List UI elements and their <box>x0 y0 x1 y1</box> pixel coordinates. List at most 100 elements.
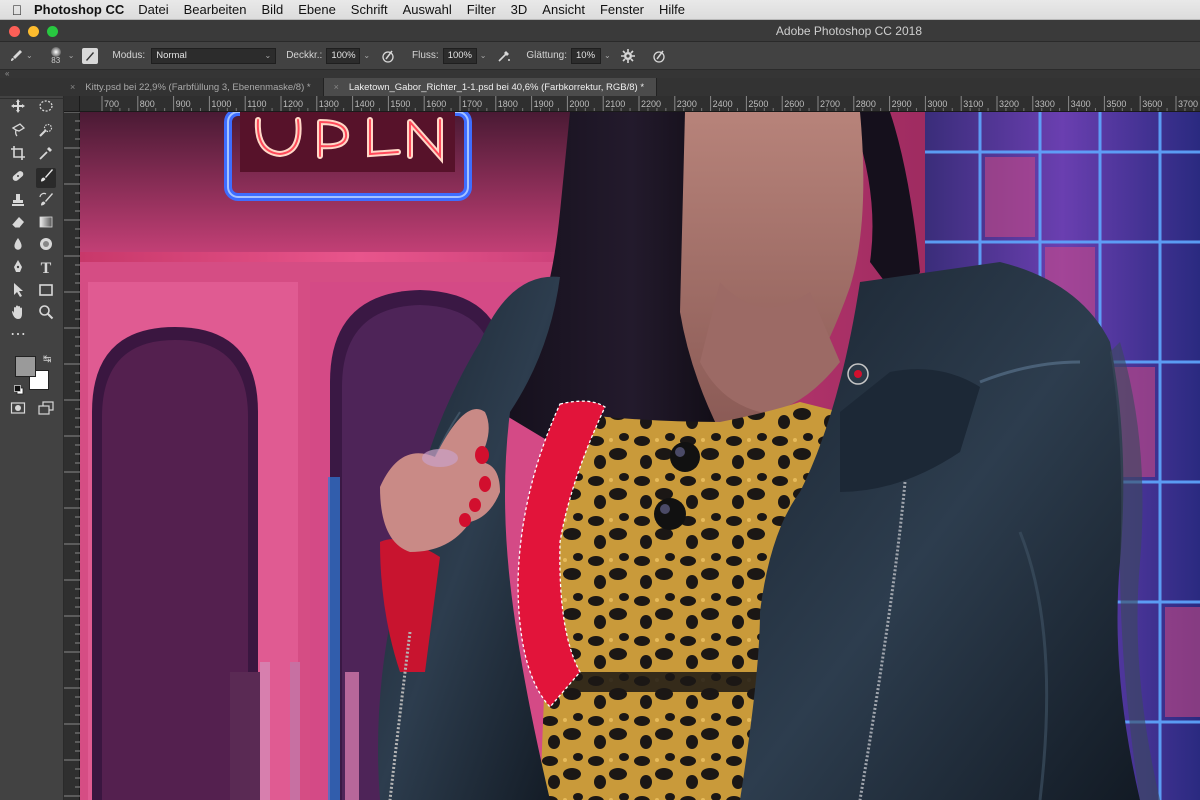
tab-label: Kitty.psd bei 22,9% (Farbfüllung 3, Eben… <box>85 82 311 93</box>
ruler-tick-label: 1000 <box>211 99 231 109</box>
eyedropper-tool-icon[interactable] <box>36 145 56 165</box>
panel-collapse-handle[interactable]: « <box>0 70 1200 78</box>
screen-mode-icon[interactable] <box>36 400 56 420</box>
gradient-tool-icon[interactable] <box>36 214 56 234</box>
ruler-tick-label: 3300 <box>1035 99 1055 109</box>
opacity-field[interactable]: 100% <box>326 47 361 64</box>
chevron-down-icon[interactable]: ⌄ <box>68 51 75 60</box>
smoothing-field[interactable]: 10% <box>571 47 601 64</box>
tab-laketown[interactable]: × Laketown_Gabor_Richter_1-1.psd bei 40,6… <box>323 78 658 96</box>
brush-size-value: 83 <box>51 55 61 65</box>
ruler-tick-label: 3600 <box>1142 99 1162 109</box>
ruler-tick-label: 800 <box>140 99 155 109</box>
edit-toolbar-icon[interactable]: ⋯ <box>8 327 28 348</box>
blur-tool-icon[interactable] <box>8 236 28 256</box>
hand-tool-icon[interactable] <box>8 304 28 324</box>
mode-select[interactable]: Normal ⌄ <box>151 47 277 64</box>
minimize-window-button[interactable] <box>28 26 39 37</box>
quick-selection-tool-icon[interactable] <box>36 122 56 142</box>
tools-panel: T ⋯ ↹ <box>0 96 64 800</box>
menu-3d[interactable]: 3D <box>511 2 528 17</box>
opacity-value: 100% <box>331 50 356 61</box>
chevron-down-icon[interactable]: ⌄ <box>604 51 611 60</box>
menu-app-name[interactable]: Photoshop CC <box>34 2 124 17</box>
tab-kitty[interactable]: × Kitty.psd bei 22,9% (Farbfüllung 3, Ebe… <box>0 78 324 96</box>
ruler-tick-label: 2600 <box>784 99 804 109</box>
flow-value: 100% <box>447 50 473 61</box>
document-tab-bar: × Kitty.psd bei 22,9% (Farbfüllung 3, Ebe… <box>0 78 1200 96</box>
menu-datei[interactable]: Datei <box>138 2 168 17</box>
type-tool-icon[interactable]: T <box>36 259 56 279</box>
ruler-tick-label: 2300 <box>677 99 697 109</box>
menu-ebene[interactable]: Ebene <box>298 2 336 17</box>
chevron-down-icon: ⌄ <box>264 51 272 60</box>
brush-tool-icon[interactable] <box>36 168 56 188</box>
window-title-bar: Adobe Photoshop CC 2018 <box>0 20 1200 42</box>
flow-label: Fluss: <box>412 50 439 61</box>
pressure-size-icon[interactable] <box>651 48 667 64</box>
menu-fenster[interactable]: Fenster <box>600 2 644 17</box>
rectangle-tool-icon[interactable] <box>36 282 56 302</box>
menu-hilfe[interactable]: Hilfe <box>659 2 685 17</box>
chevron-down-icon[interactable]: ⌄ <box>480 51 487 60</box>
move-tool-icon[interactable] <box>8 98 28 118</box>
foreground-color-swatch[interactable] <box>15 356 36 377</box>
horizontal-ruler[interactable]: 700 800 900 1000 1100 1200 1300 1400 1500 1600 170… <box>80 96 1200 112</box>
ruler-tick-label: 1500 <box>390 99 410 109</box>
ruler-tick-label: 2200 <box>641 99 661 109</box>
ruler-tick-label: 700 <box>104 99 119 109</box>
brush-settings-panel-icon[interactable] <box>82 47 99 64</box>
brush-tool-preset-icon[interactable] <box>8 48 24 64</box>
menu-bearbeiten[interactable]: Bearbeiten <box>184 2 247 17</box>
ruler-tick-label: 3200 <box>999 99 1019 109</box>
menu-bild[interactable]: Bild <box>262 2 284 17</box>
healing-brush-tool-icon[interactable] <box>8 168 28 188</box>
ruler-tick-label: 1700 <box>462 99 482 109</box>
ruler-tick-label: 3100 <box>963 99 983 109</box>
lasso-tool-icon[interactable] <box>8 122 28 142</box>
ruler-tick-label: 2900 <box>892 99 912 109</box>
flow-field[interactable]: 100% <box>442 47 477 64</box>
apple-icon[interactable]:  <box>0 2 34 18</box>
window-title: Adobe Photoshop CC 2018 <box>775 24 922 38</box>
dodge-tool-icon[interactable] <box>36 236 56 256</box>
path-selection-tool-icon[interactable] <box>8 282 28 302</box>
menu-auswahl[interactable]: Auswahl <box>403 2 452 17</box>
chevron-down-icon[interactable]: ⌄ <box>26 51 33 60</box>
zoom-tool-icon[interactable] <box>36 304 56 324</box>
airbrush-icon[interactable] <box>496 48 512 64</box>
clone-stamp-tool-icon[interactable] <box>8 192 28 212</box>
default-colors-icon[interactable] <box>14 382 24 395</box>
vertical-ruler[interactable] <box>64 112 80 800</box>
quick-mask-icon[interactable] <box>8 400 28 420</box>
chevron-down-icon[interactable]: ⌄ <box>363 51 370 60</box>
menu-bar:  Photoshop CC Datei Bearbeiten Bild Ebe… <box>0 0 1200 20</box>
swap-colors-icon[interactable]: ↹ <box>43 354 51 365</box>
crop-tool-icon[interactable] <box>8 145 28 165</box>
ruler-tick-label: 2000 <box>569 99 589 109</box>
marquee-tool-icon[interactable] <box>36 98 56 118</box>
ruler-tick-label: 2500 <box>748 99 768 109</box>
history-brush-tool-icon[interactable] <box>36 192 56 212</box>
ruler-tick-label: 1100 <box>247 99 266 109</box>
pressure-opacity-icon[interactable] <box>380 48 396 64</box>
photo-image <box>80 112 1200 800</box>
close-window-button[interactable] <box>9 26 20 37</box>
eraser-tool-icon[interactable] <box>8 214 28 234</box>
menu-ansicht[interactable]: Ansicht <box>542 2 585 17</box>
ruler-tick-label: 1400 <box>355 99 375 109</box>
menu-schrift[interactable]: Schrift <box>351 2 388 17</box>
close-tab-icon[interactable]: × <box>70 82 75 92</box>
close-tab-icon[interactable]: × <box>334 82 339 92</box>
smoothing-value: 10% <box>576 50 596 61</box>
pen-tool-icon[interactable] <box>8 259 28 279</box>
gear-icon[interactable] <box>620 48 635 63</box>
zoom-window-button[interactable] <box>47 26 58 37</box>
ruler-tick-label: 1800 <box>498 99 518 109</box>
options-bar: ⌄ 83 ⌄ Modus: Normal ⌄ Deckkr.: 100% ⌄ F… <box>0 42 1200 70</box>
brush-size-picker[interactable]: 83 <box>47 46 65 65</box>
menu-filter[interactable]: Filter <box>467 2 496 17</box>
mode-label: Modus: <box>112 50 146 61</box>
ruler-corner[interactable] <box>64 96 80 112</box>
document-canvas[interactable] <box>80 112 1200 800</box>
